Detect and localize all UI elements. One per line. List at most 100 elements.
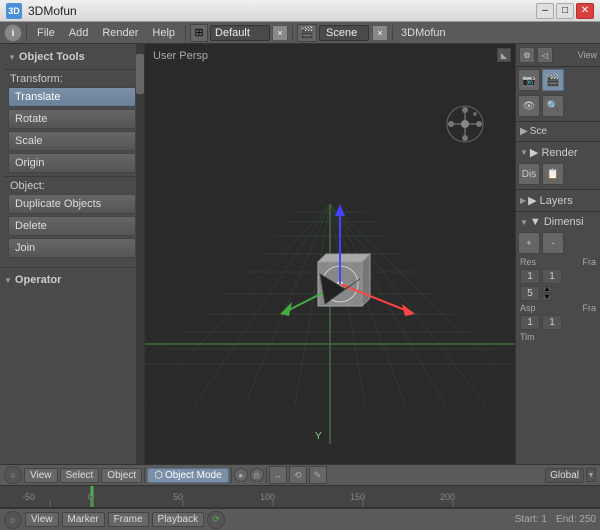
render-icon[interactable]: 🎬 (542, 69, 564, 91)
fra-value-1[interactable]: 1 (542, 269, 562, 284)
timeline-view-button[interactable]: View (25, 512, 59, 527)
transform-label: Transform: (4, 71, 69, 87)
close-button[interactable]: ✕ (576, 3, 594, 19)
right-panel-view-label: View (577, 49, 598, 61)
transform-btn-3[interactable]: ✎ (309, 466, 327, 484)
timeline-bar: -50 0 50 100 150 200 华军软件园 Onlinedown.ne… (0, 486, 600, 508)
toolbar-divider-1 (144, 467, 145, 483)
filter-icon[interactable]: 🔍 (542, 95, 564, 117)
render-arrow-icon: ▼ (520, 148, 528, 157)
tim-row: Tim (516, 331, 600, 343)
object-mode-icon: ⬡ (154, 470, 163, 481)
timeline-marker-button[interactable]: Marker (62, 512, 105, 527)
menu-divider-3 (292, 25, 293, 41)
object-mode-label: Object Mode (165, 470, 222, 481)
render-section-header[interactable]: ▼ ▶ Render (516, 144, 600, 161)
transform-btn-1[interactable]: ↔ (269, 466, 287, 484)
maximize-button[interactable]: □ (556, 3, 574, 19)
toolbar-divider-3 (266, 467, 267, 483)
view-toggle-button[interactable]: ○ (4, 466, 22, 484)
render-btn-1[interactable]: Dis (518, 163, 540, 185)
fra-down-button[interactable]: ▼ (542, 294, 552, 301)
viewport-3d[interactable]: User Persp ◣ (145, 44, 515, 464)
operator-header[interactable]: ▼ Operator (0, 271, 144, 289)
bottom-toolbar: ○ View Select Object ⬡ Object Mode ● ⊙ ↔… (0, 464, 600, 486)
rp-divider-3 (516, 189, 600, 190)
menu-render[interactable]: Render (96, 25, 144, 41)
render-btn-2[interactable]: 📋 (542, 163, 564, 185)
info-button[interactable]: i (4, 24, 22, 42)
menu-file[interactable]: File (31, 25, 61, 41)
timeline-playback-button[interactable]: Playback (152, 512, 205, 527)
snap-button[interactable]: ⊙ (250, 468, 264, 482)
tim-label: Tim (520, 332, 535, 342)
app-icon: 3D (6, 3, 22, 19)
menu-help[interactable]: Help (146, 25, 181, 41)
timeline-frame-button[interactable]: Frame (108, 512, 149, 527)
dimensions-arrow-icon: ▼ (520, 218, 528, 227)
asp-value-1[interactable]: 1 (520, 315, 540, 330)
camera-mode-icon[interactable]: 📷 (518, 69, 540, 91)
res-fra-values-1: 1 1 (516, 268, 600, 285)
play-button[interactable]: ⟳ (207, 511, 225, 529)
pivot-button[interactable]: ● (234, 468, 248, 482)
scene-close-button[interactable]: × (372, 25, 388, 41)
join-button[interactable]: Join (8, 238, 136, 258)
layers-label: ▶ Layers (528, 194, 573, 207)
viewport-corner-button[interactable]: ◣ (497, 48, 511, 62)
svg-text:-50: -50 (22, 492, 35, 502)
grid-button[interactable]: ⊞ (190, 24, 208, 42)
origin-button[interactable]: Origin (8, 153, 136, 173)
panel-divider-3 (0, 267, 144, 268)
window-title: 3DMofun (28, 4, 536, 18)
layout-field[interactable]: Default (210, 25, 270, 41)
window-controls: – □ ✕ (536, 3, 594, 19)
asp-fra-row: Asp Fra (516, 302, 600, 314)
scrollbar-thumb[interactable] (136, 54, 144, 94)
layout-close-button[interactable]: × (272, 25, 288, 41)
sce-label: Sce (530, 126, 547, 137)
object-tools-section: ▼ Object Tools Transform: Translate Rota… (0, 44, 144, 264)
viewport-label: User Persp (153, 50, 208, 62)
render-label: ▶ Render (530, 146, 578, 159)
select-menu-button[interactable]: Select (60, 468, 100, 483)
toolbar-divider-2 (231, 467, 232, 483)
delete-button[interactable]: Delete (8, 216, 136, 236)
timeline-toggle-button[interactable]: ○ (4, 511, 22, 529)
duplicate-objects-button[interactable]: Duplicate Objects (8, 194, 136, 214)
left-panel-scrollbar[interactable] (136, 44, 144, 464)
global-dropdown-button[interactable]: ▼ (586, 468, 596, 482)
transform-btn-2[interactable]: ⟲ (289, 466, 307, 484)
scene-area: Scene × (319, 25, 388, 41)
transform-buttons: ↔ ⟲ ✎ (269, 466, 327, 484)
scale-button[interactable]: Scale (8, 131, 136, 151)
global-button[interactable]: Global (545, 468, 584, 483)
dimensions-section-header[interactable]: ▼ ▼ Dimensi (516, 214, 600, 230)
res-value-1[interactable]: 1 (520, 269, 540, 284)
rp-toggle-button[interactable]: ◁ (537, 47, 553, 63)
res-value-2[interactable]: 5 (520, 286, 540, 301)
rotate-button[interactable]: Rotate (8, 109, 136, 129)
object-tools-header[interactable]: ▼ Object Tools (4, 48, 140, 66)
res-fra-values-2: 5 ▲ ▼ (516, 285, 600, 302)
minus-button[interactable]: - (542, 232, 564, 254)
minimize-button[interactable]: – (536, 3, 554, 19)
bottom-controls: ○ View Marker Frame Playback ⟳ Start: 1 … (0, 508, 600, 530)
fra-arrows: ▲ ▼ (542, 286, 552, 301)
object-menu-button[interactable]: Object (101, 468, 142, 483)
camera-icon[interactable]: 🎬 (297, 24, 317, 42)
translate-button[interactable]: Translate (8, 87, 136, 107)
object-mode-button[interactable]: ⬡ Object Mode (147, 468, 228, 483)
plus-button[interactable]: + (518, 232, 540, 254)
asp-value-2[interactable]: 1 (542, 315, 562, 330)
scene-field[interactable]: Scene (319, 25, 369, 41)
render-icon-row: Dis 📋 (516, 161, 600, 187)
view-menu-button[interactable]: View (24, 468, 58, 483)
rp-settings-button[interactable]: ⚙ (519, 47, 535, 63)
view-icon[interactable]: 👁 (518, 95, 540, 117)
fra-up-button[interactable]: ▲ (542, 286, 552, 293)
menu-add[interactable]: Add (63, 25, 95, 41)
layers-section-header[interactable]: ▶ ▶ Layers (516, 192, 600, 209)
end-frame-label: End: 250 (556, 514, 596, 525)
asp-values: 1 1 (516, 314, 600, 331)
